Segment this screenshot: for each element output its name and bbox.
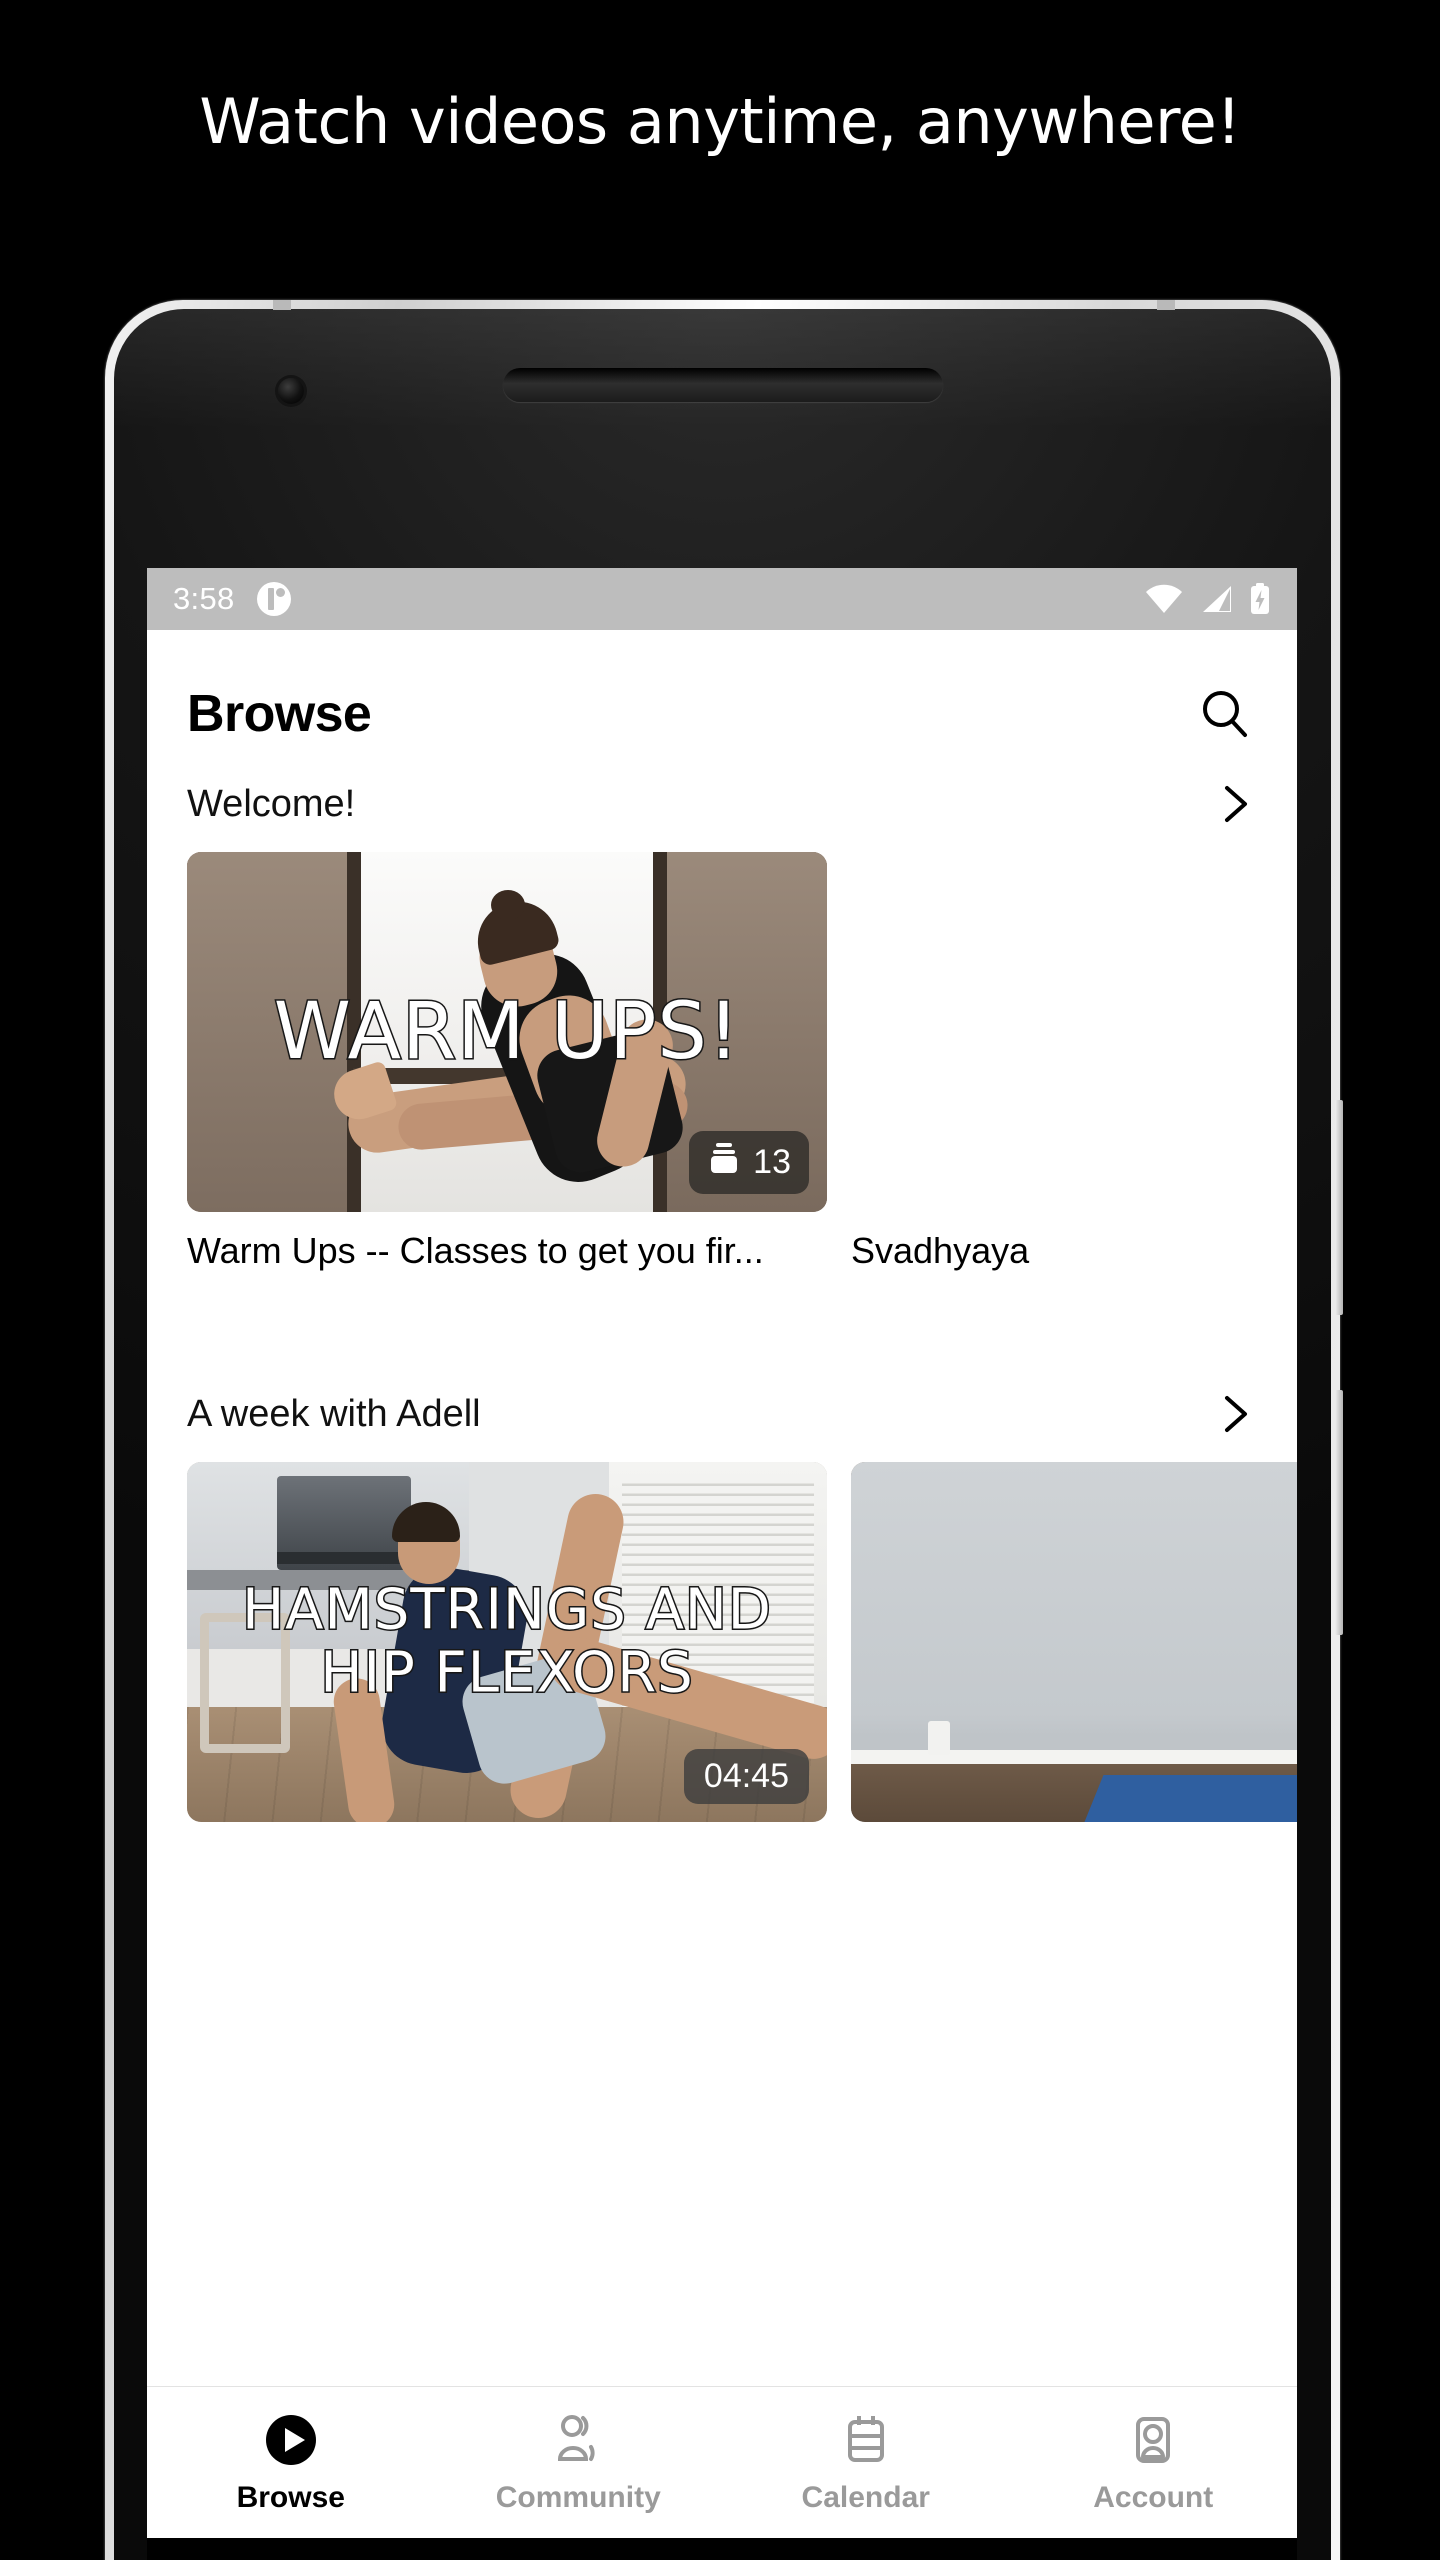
carousel-welcome[interactable]: WARM UPS! 13 Warm Ups -- Classes to get … — [147, 852, 1297, 1272]
video-card-title: Warm Ups -- Classes to get you fir... — [187, 1230, 764, 1271]
people-icon — [550, 2411, 606, 2469]
duration-label: 04:45 — [703, 1757, 789, 1795]
video-card[interactable]: Svadhyaya — [851, 852, 1297, 1272]
phone-device-frame: 3:58 Browse Welcome! WARM UPS! 13 Warm U… — [105, 300, 1343, 2560]
tab-browse[interactable]: Browse — [147, 2411, 435, 2515]
badge-count: 13 — [753, 1143, 791, 1181]
video-thumbnail[interactable]: WARM UPS! 13 — [187, 852, 827, 1212]
video-thumbnail[interactable] — [851, 852, 1297, 1212]
cellular-signal-icon — [1199, 584, 1233, 614]
android-nav-bar — [147, 2538, 1297, 2560]
person-card-icon — [1125, 2411, 1181, 2469]
search-icon[interactable] — [1193, 682, 1257, 746]
section-header-welcome[interactable]: Welcome! — [147, 782, 1297, 826]
battery-charging-icon — [1249, 582, 1271, 616]
thumbnail-overlay-text: HAMSTRINGS AND HIP FLEXORS — [187, 1577, 827, 1705]
video-card-title: Svadhyaya — [851, 1230, 1030, 1271]
triangle-back-icon[interactable] — [279, 2538, 399, 2560]
video-thumbnail[interactable] — [851, 1462, 1297, 1822]
app-header: Browse — [147, 630, 1297, 782]
status-badge: 13 — [689, 1131, 809, 1194]
section-header-week-with-adell[interactable]: A week with Adell — [147, 1392, 1297, 1436]
video-card[interactable]: HAMSTRINGS AND HIP FLEXORS 04:45 — [187, 1462, 827, 1822]
antenna-band-left — [273, 300, 291, 310]
volume-button[interactable] — [1335, 1100, 1343, 1315]
notification-icon — [256, 582, 291, 616]
phone-screen: 3:58 Browse Welcome! WARM UPS! 13 Warm U… — [147, 568, 1297, 2538]
front-camera — [278, 378, 304, 404]
status-bar-icons — [1145, 582, 1271, 616]
video-thumbnail[interactable]: HAMSTRINGS AND HIP FLEXORS 04:45 — [187, 1462, 827, 1822]
power-button[interactable] — [1335, 1390, 1343, 1635]
tab-calendar[interactable]: Calendar — [722, 2411, 1010, 2515]
tab-label: Browse — [236, 2480, 345, 2514]
overlay-line-2: HIP FLEXORS — [319, 1640, 694, 1705]
chevron-right-icon[interactable] — [1213, 1392, 1257, 1436]
video-card[interactable] — [851, 1462, 1297, 1822]
status-bar-time: 3:58 — [173, 581, 235, 616]
section-title: Welcome! — [187, 782, 356, 825]
play-circle-icon — [263, 2411, 319, 2469]
duration-badge: 04:45 — [683, 1749, 809, 1804]
tab-label: Calendar — [801, 2480, 930, 2514]
promo-screenshot: Watch videos anytime, anywhere! 3:58 Bro… — [0, 0, 1440, 2560]
status-bar: 3:58 — [147, 568, 1297, 630]
tab-account[interactable]: Account — [1010, 2411, 1298, 2515]
thumbnail-overlay-text: WARM UPS! — [272, 986, 741, 1079]
tab-label: Community — [495, 2480, 661, 2514]
section-title: A week with Adell — [187, 1392, 481, 1435]
thumbnail-artwork — [851, 1462, 1297, 1822]
antenna-band-right — [1157, 300, 1175, 310]
wifi-icon — [1145, 584, 1183, 614]
collection-stack-icon — [707, 1141, 741, 1184]
carousel-week-with-adell[interactable]: HAMSTRINGS AND HIP FLEXORS 04:45 — [147, 1462, 1297, 1822]
overlay-line-1: HAMSTRINGS AND — [241, 1577, 773, 1643]
promo-headline: Watch videos anytime, anywhere! — [199, 85, 1241, 158]
square-recents-icon[interactable] — [1045, 2538, 1165, 2560]
circle-home-icon[interactable] — [662, 2538, 782, 2560]
bottom-tab-bar: Browse Community Calendar Account — [147, 2386, 1297, 2538]
video-card[interactable]: WARM UPS! 13 Warm Ups -- Classes to get … — [187, 852, 827, 1272]
earpiece-speaker — [502, 368, 943, 402]
page-title: Browse — [187, 685, 372, 743]
calendar-icon — [838, 2411, 894, 2469]
chevron-right-icon[interactable] — [1213, 782, 1257, 826]
tab-label: Account — [1093, 2480, 1214, 2514]
tab-community[interactable]: Community — [435, 2411, 723, 2515]
